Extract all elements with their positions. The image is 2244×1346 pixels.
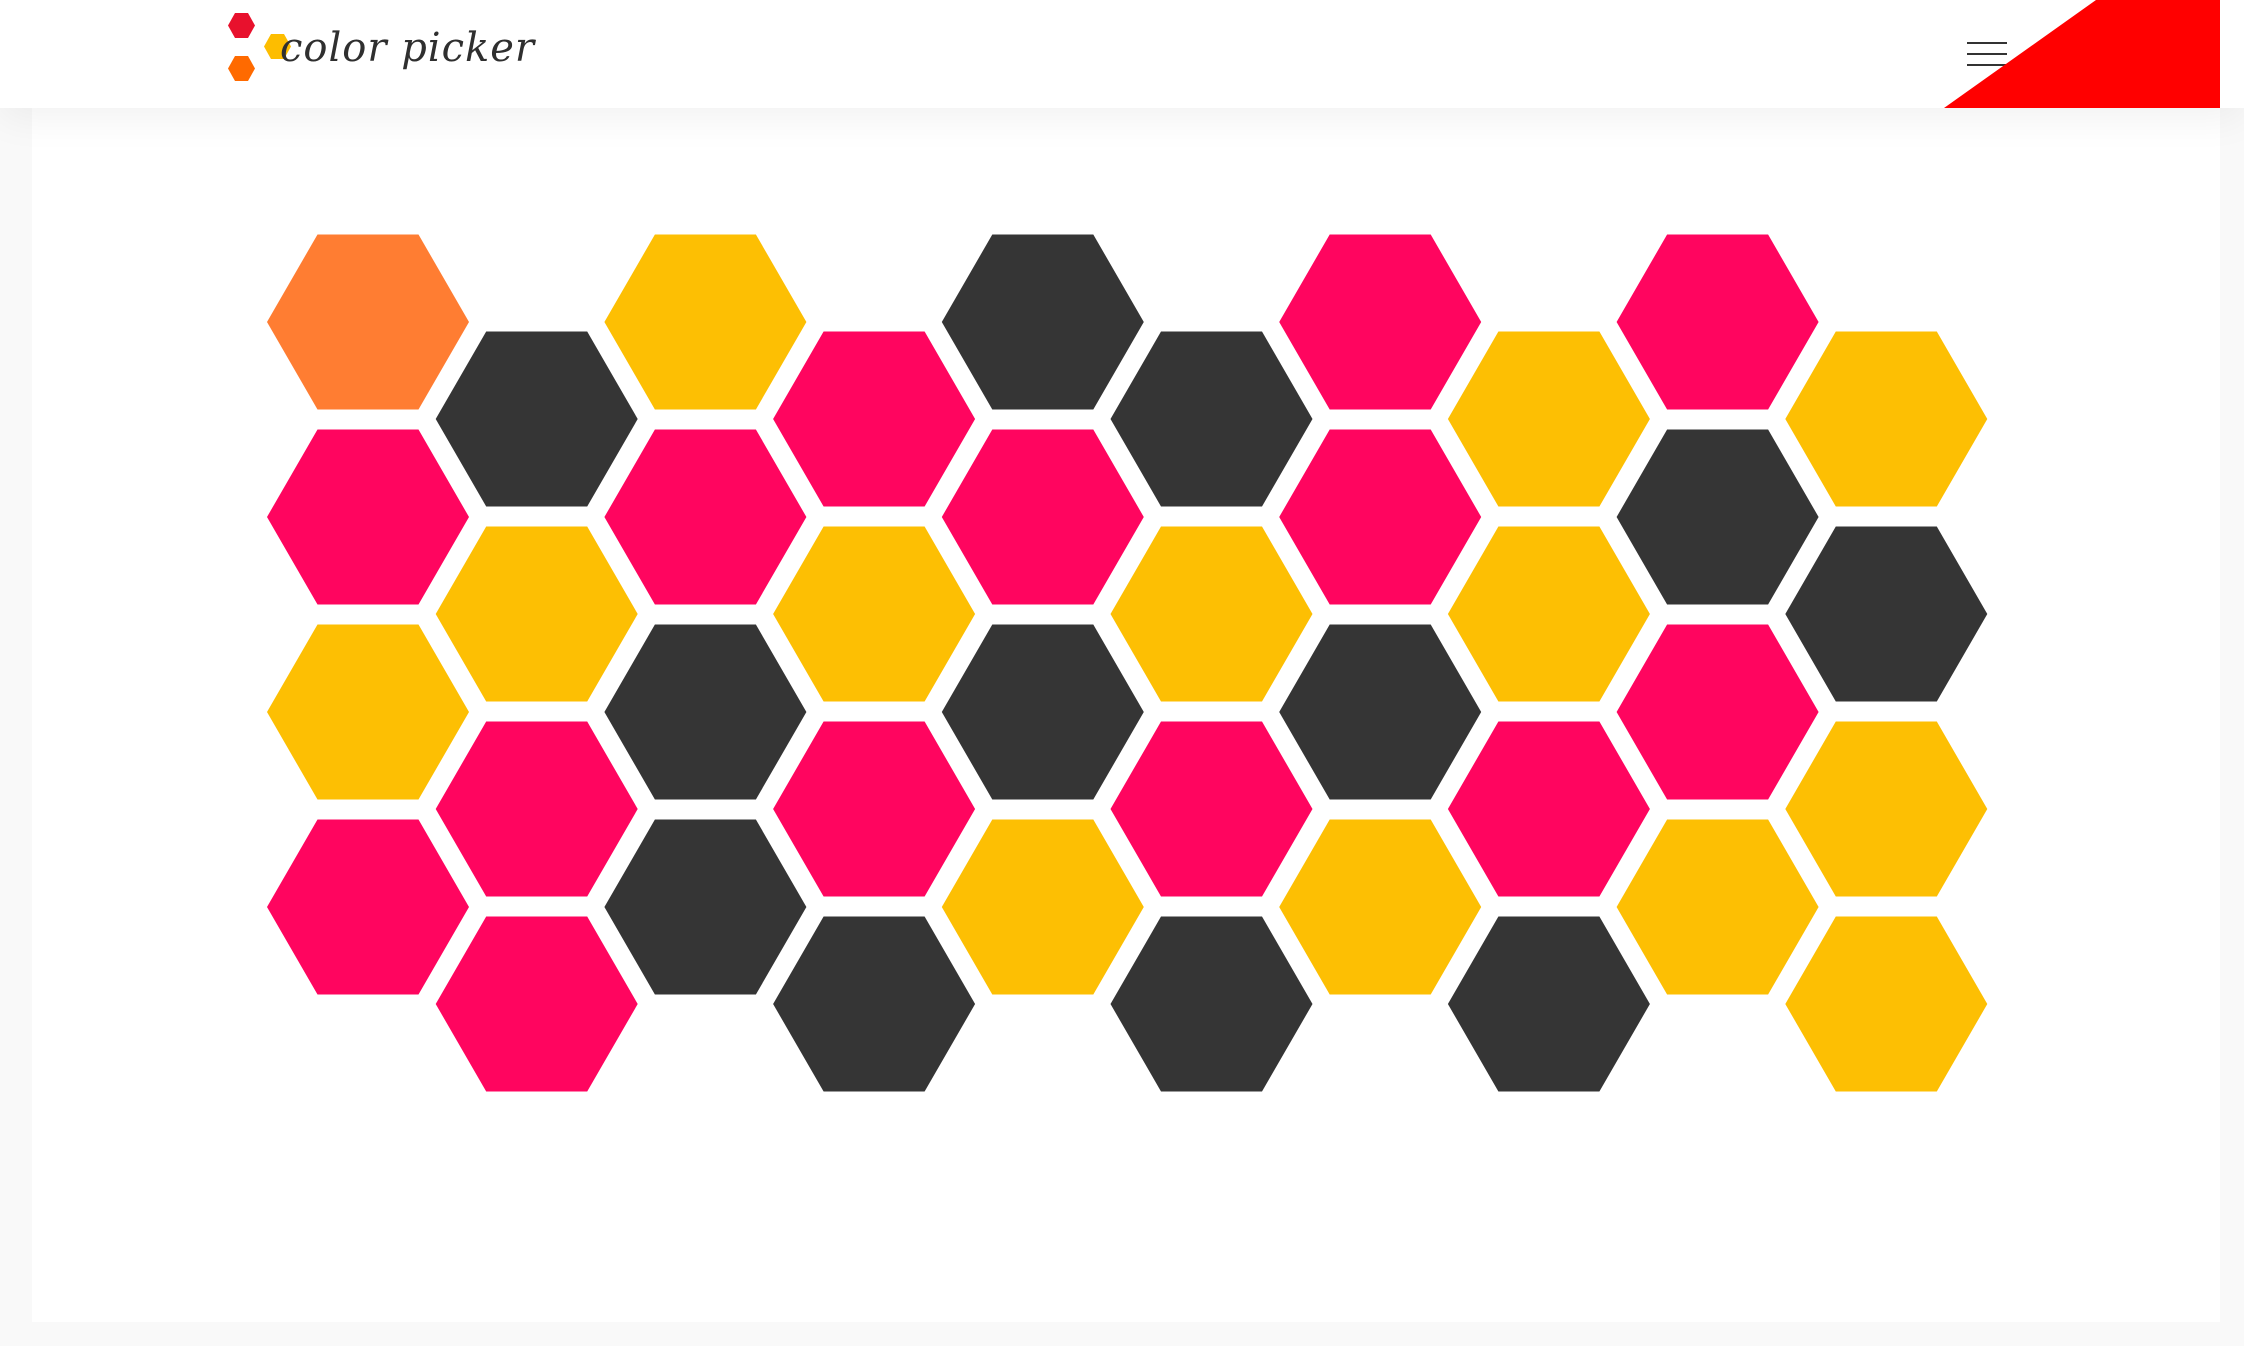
hexagon-swatch-pink[interactable] bbox=[941, 429, 1144, 605]
hexagon-swatch-dark[interactable] bbox=[941, 624, 1144, 800]
hexagon-swatch-yellow[interactable] bbox=[1616, 819, 1819, 995]
hexagon-swatch-yellow[interactable] bbox=[1785, 331, 1988, 507]
hexagon-swatch-pink[interactable] bbox=[1447, 721, 1650, 897]
hexagon-swatch-yellow[interactable] bbox=[941, 819, 1144, 995]
hexagon-swatch-pink[interactable] bbox=[1279, 429, 1482, 605]
app-name: color picker bbox=[280, 25, 536, 71]
hexagon-swatch-dark[interactable] bbox=[941, 234, 1144, 410]
hexagon-swatch-yellow[interactable] bbox=[1110, 526, 1313, 702]
hexagon-swatch-pink[interactable] bbox=[435, 916, 638, 1092]
hexagon-swatch-orange[interactable] bbox=[267, 234, 469, 410]
hexagon-swatch-pink[interactable] bbox=[267, 819, 469, 995]
hexagon-swatch-dark[interactable] bbox=[1616, 429, 1819, 605]
app-logo[interactable]: color picker bbox=[224, 10, 534, 100]
hexagon-swatch-pink[interactable] bbox=[1616, 234, 1819, 410]
hexagon-swatch-pink[interactable] bbox=[773, 331, 976, 507]
hexagon-swatch-yellow[interactable] bbox=[604, 234, 807, 410]
hexagon-swatch-dark[interactable] bbox=[1110, 916, 1313, 1092]
hexagon-swatch-dark[interactable] bbox=[1279, 624, 1482, 800]
hexagon-swatch-dark[interactable] bbox=[604, 819, 807, 995]
logo-hex-red bbox=[228, 13, 255, 38]
logo-hex-orange bbox=[228, 56, 255, 81]
hexagon-swatch-pink[interactable] bbox=[267, 429, 469, 605]
hexagon-swatch-pink[interactable] bbox=[604, 429, 807, 605]
top-header: color picker bbox=[0, 0, 2244, 108]
hexagon-swatch-yellow[interactable] bbox=[435, 526, 638, 702]
hexagon-color-grid bbox=[267, 234, 1988, 1092]
corner-flag-decoration bbox=[1944, 0, 2220, 108]
hexagon-swatch-pink[interactable] bbox=[435, 721, 638, 897]
hexagon-swatch-yellow[interactable] bbox=[267, 624, 469, 800]
hexagon-swatch-yellow[interactable] bbox=[1785, 721, 1988, 897]
hexagon-swatch-yellow[interactable] bbox=[1785, 916, 1988, 1092]
corner-flag-shape bbox=[1944, 0, 2220, 108]
hexagon-swatch-dark[interactable] bbox=[1785, 526, 1988, 702]
hexagon-swatch-pink[interactable] bbox=[1279, 234, 1482, 410]
hexagon-swatch-dark[interactable] bbox=[773, 916, 976, 1092]
hexagon-swatch-yellow[interactable] bbox=[1279, 819, 1482, 995]
hexagon-swatch-pink[interactable] bbox=[1110, 721, 1313, 897]
hexagon-swatch-yellow[interactable] bbox=[1447, 331, 1650, 507]
hexagon-swatch-yellow[interactable] bbox=[773, 526, 976, 702]
hexagon-swatch-yellow[interactable] bbox=[1447, 526, 1650, 702]
hexagon-swatch-pink[interactable] bbox=[773, 721, 976, 897]
hexagon-swatch-dark[interactable] bbox=[435, 331, 638, 507]
hexagon-swatch-dark[interactable] bbox=[1110, 331, 1313, 507]
hexagon-swatch-dark[interactable] bbox=[1447, 916, 1650, 1092]
hexagon-swatch-pink[interactable] bbox=[1616, 624, 1819, 800]
hexagon-swatch-dark[interactable] bbox=[604, 624, 807, 800]
